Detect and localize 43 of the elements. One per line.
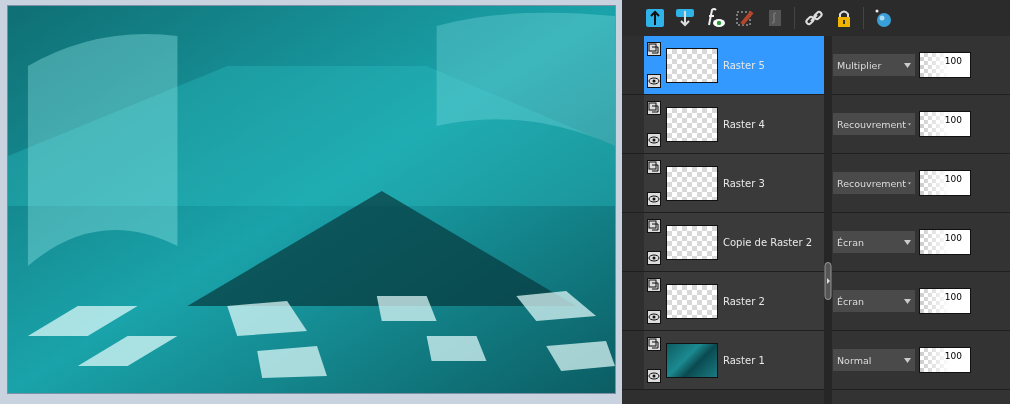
layer-name: Raster 4 — [723, 118, 765, 130]
visibility-eye-icon[interactable] — [647, 74, 661, 88]
layer-group-icon[interactable] — [647, 160, 661, 174]
caret-icon — [904, 239, 911, 245]
blend-mode-dropdown[interactable]: Recouvrement — [833, 113, 915, 135]
layer-item[interactable]: Raster 2 — [644, 272, 824, 330]
layer-name: Raster 5 — [723, 59, 765, 71]
blend-mode-dropdown[interactable]: Recouvrement — [833, 172, 915, 194]
blend-mode-dropdown[interactable]: Multiplier — [833, 54, 915, 76]
visibility-eye-icon[interactable] — [647, 251, 661, 265]
layer-group-icon[interactable] — [647, 101, 661, 115]
opacity-field[interactable]: 100 — [919, 229, 971, 255]
layer-name: Raster 2 — [723, 295, 765, 307]
opacity-field[interactable]: 100 — [919, 170, 971, 196]
layer-name: Copie de Raster 2 — [723, 236, 813, 248]
layer-name: Raster 3 — [723, 177, 765, 189]
opacity-field[interactable]: 100 — [919, 288, 971, 314]
layer-group-icon[interactable] — [647, 337, 661, 351]
blend-mode-dropdown[interactable]: Écran — [833, 231, 915, 253]
opacity-field[interactable]: 100 — [919, 52, 971, 78]
caret-icon — [904, 62, 911, 68]
layer-group-icon[interactable] — [647, 219, 661, 233]
move-down-icon[interactable] — [674, 7, 696, 29]
caret-icon — [904, 298, 911, 304]
layer-group-icon[interactable] — [647, 42, 661, 56]
layer-item[interactable]: Raster 1 — [644, 331, 824, 389]
blend-mode-dropdown[interactable]: Normal — [833, 349, 915, 371]
splitter-handle-icon[interactable] — [824, 262, 832, 300]
layer-item[interactable]: Copie de Raster 2 — [644, 213, 824, 271]
layer-item[interactable]: Raster 4 — [644, 95, 824, 153]
visibility-eye-icon[interactable] — [647, 133, 661, 147]
layer-group-icon[interactable] — [647, 278, 661, 292]
visibility-eye-icon[interactable] — [647, 369, 661, 383]
visibility-eye-icon[interactable] — [647, 310, 661, 324]
layer-name: Raster 1 — [723, 354, 765, 366]
layer-item[interactable]: Raster 3 — [644, 154, 824, 212]
visibility-eye-icon[interactable] — [647, 192, 661, 206]
move-up-icon[interactable] — [644, 7, 666, 29]
blend-mode-dropdown[interactable]: Écran — [833, 290, 915, 312]
opacity-field[interactable]: 100 — [919, 111, 971, 137]
caret-icon — [904, 357, 911, 363]
opacity-field[interactable]: 100 — [919, 347, 971, 373]
panel-splitter[interactable] — [824, 36, 832, 404]
